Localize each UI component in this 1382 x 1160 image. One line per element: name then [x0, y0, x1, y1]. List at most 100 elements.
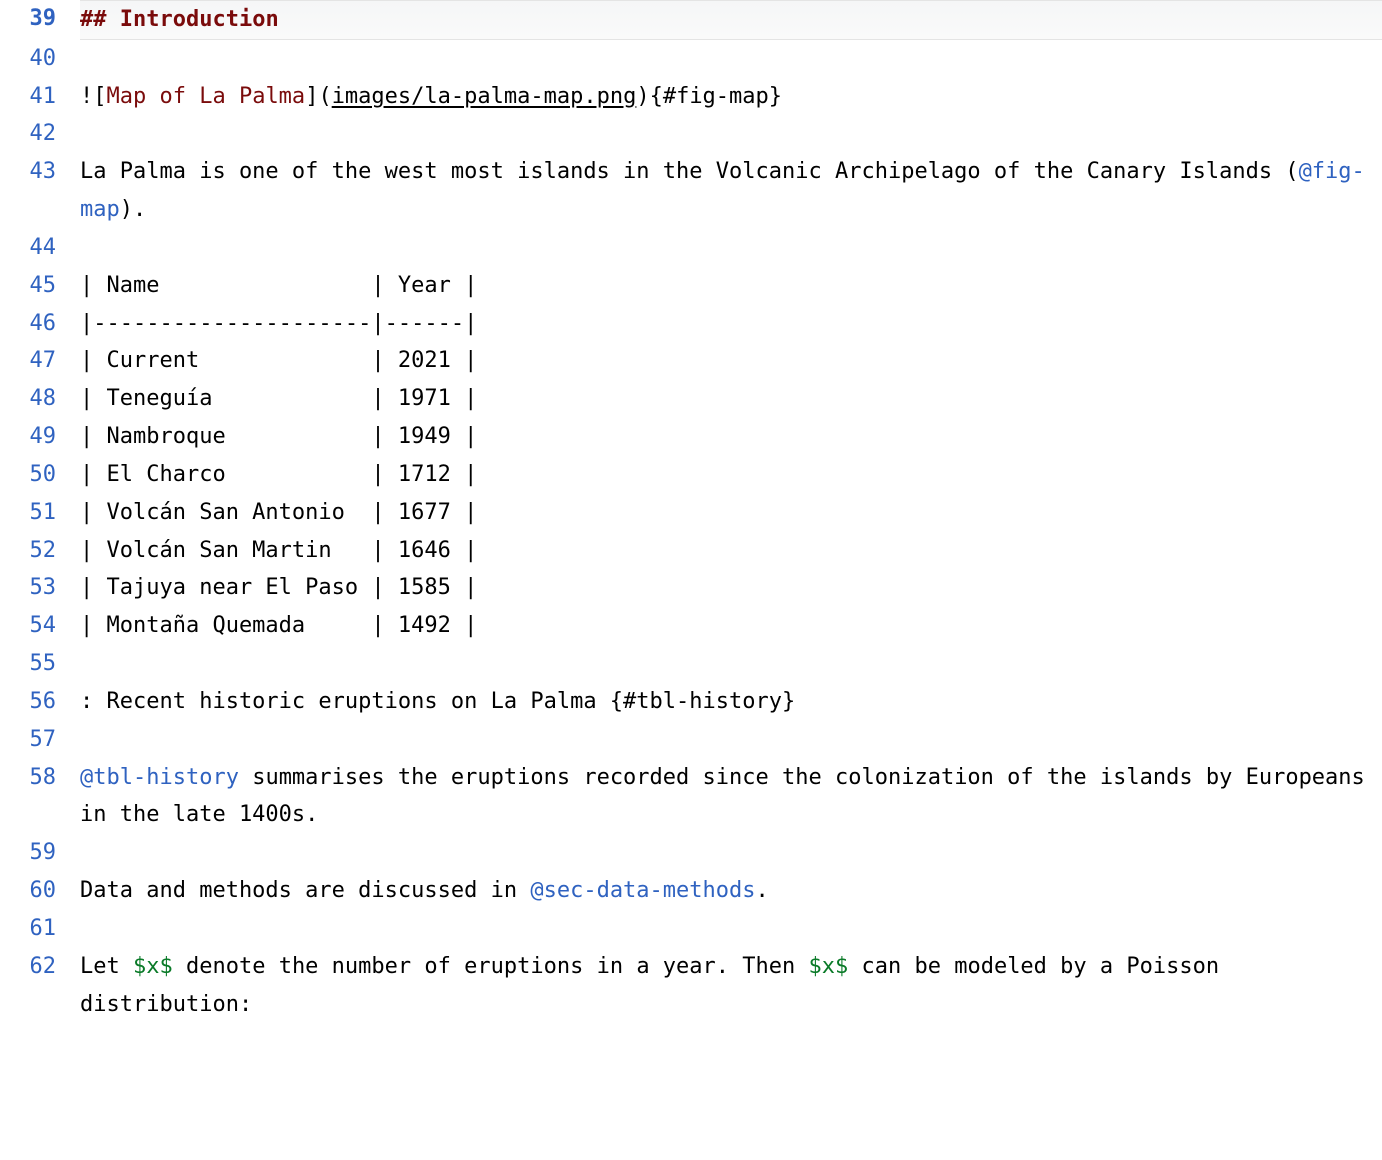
code-line[interactable]: 49| Nambroque | 1949 |	[0, 418, 1382, 456]
line-content[interactable]: Let $x$ denote the number of eruptions i…	[80, 948, 1382, 1024]
code-line[interactable]: 55	[0, 645, 1382, 683]
code-line[interactable]: 60Data and methods are discussed in @sec…	[0, 872, 1382, 910]
line-number[interactable]: 59	[0, 834, 80, 872]
code-line[interactable]: 52| Volcán San Martin | 1646 |	[0, 532, 1382, 570]
line-content[interactable]	[80, 910, 1382, 948]
token-plain: !	[80, 84, 93, 109]
code-line[interactable]: 40	[0, 40, 1382, 78]
line-number[interactable]: 39	[0, 0, 80, 38]
line-number[interactable]: 43	[0, 153, 80, 191]
line-number[interactable]: 45	[0, 267, 80, 305]
line-content[interactable]: | Volcán San Antonio | 1677 |	[80, 494, 1382, 532]
line-number[interactable]: 62	[0, 948, 80, 986]
line-content[interactable]	[80, 40, 1382, 78]
line-number[interactable]: 49	[0, 418, 80, 456]
token-plain: | El Charco | 1712 |	[80, 462, 477, 487]
token-bracket: ]	[305, 84, 318, 109]
line-content[interactable]: | Volcán San Martin | 1646 |	[80, 532, 1382, 570]
token-plain: La Palma is one of the west most islands…	[80, 159, 1299, 184]
code-line[interactable]: 48| Teneguía | 1971 |	[0, 380, 1382, 418]
code-line[interactable]: 46|---------------------|------|	[0, 305, 1382, 343]
line-number[interactable]: 61	[0, 910, 80, 948]
token-hd: Introduction	[120, 7, 279, 32]
line-content[interactable]: : Recent historic eruptions on La Palma …	[80, 683, 1382, 721]
line-content[interactable]: La Palma is one of the west most islands…	[80, 153, 1382, 229]
code-line[interactable]: 50| El Charco | 1712 |	[0, 456, 1382, 494]
code-line[interactable]: 41![Map of La Palma](images/la-palma-map…	[0, 78, 1382, 116]
code-line[interactable]: 57	[0, 721, 1382, 759]
line-content[interactable]: ![Map of La Palma](images/la-palma-map.p…	[80, 78, 1382, 116]
token-plain: | Teneguía | 1971 |	[80, 386, 477, 411]
line-content[interactable]: | Name | Year |	[80, 267, 1382, 305]
token-plain: denote the number of eruptions in a year…	[173, 954, 809, 979]
code-line[interactable]: 51| Volcán San Antonio | 1677 |	[0, 494, 1382, 532]
line-number[interactable]: 53	[0, 569, 80, 607]
code-line[interactable]: 59	[0, 834, 1382, 872]
line-content[interactable]: | Current | 2021 |	[80, 342, 1382, 380]
token-plain: ).	[120, 197, 147, 222]
token-plain: | Tajuya near El Paso | 1585 |	[80, 575, 477, 600]
code-line[interactable]: 43La Palma is one of the west most islan…	[0, 153, 1382, 229]
line-content[interactable]	[80, 115, 1382, 153]
token-plain: | Montaña Quemada | 1492 |	[80, 613, 477, 638]
line-number[interactable]: 54	[0, 607, 80, 645]
line-content[interactable]	[80, 721, 1382, 759]
token-alt: Map of La Palma	[107, 84, 306, 109]
code-line[interactable]: 56: Recent historic eruptions on La Palm…	[0, 683, 1382, 721]
line-number[interactable]: 58	[0, 759, 80, 797]
line-number[interactable]: 51	[0, 494, 80, 532]
code-line[interactable]: 45| Name | Year |	[0, 267, 1382, 305]
line-content[interactable]	[80, 645, 1382, 683]
code-line[interactable]: 39## Introduction	[0, 0, 1382, 40]
line-content[interactable]: Data and methods are discussed in @sec-d…	[80, 872, 1382, 910]
token-plain: | Volcán San Antonio | 1677 |	[80, 500, 477, 525]
code-line[interactable]: 58@tbl-history summarises the eruptions …	[0, 759, 1382, 835]
line-number[interactable]: 42	[0, 115, 80, 153]
token-math: $x$	[809, 954, 849, 979]
code-line[interactable]: 44	[0, 229, 1382, 267]
code-line[interactable]: 42	[0, 115, 1382, 153]
line-number[interactable]: 44	[0, 229, 80, 267]
line-content[interactable]: ## Introduction	[80, 0, 1382, 40]
code-line[interactable]: 62Let $x$ denote the number of eruptions…	[0, 948, 1382, 1024]
line-content[interactable]: | Teneguía | 1971 |	[80, 380, 1382, 418]
token-plain: | Volcán San Martin | 1646 |	[80, 538, 477, 563]
token-plain: summarises the eruptions recorded since …	[80, 765, 1378, 828]
line-content[interactable]: | Montaña Quemada | 1492 |	[80, 607, 1382, 645]
line-content[interactable]	[80, 229, 1382, 267]
code-line[interactable]: 54| Montaña Quemada | 1492 |	[0, 607, 1382, 645]
line-number[interactable]: 41	[0, 78, 80, 116]
line-number[interactable]: 50	[0, 456, 80, 494]
line-content[interactable]	[80, 834, 1382, 872]
code-line[interactable]: 47| Current | 2021 |	[0, 342, 1382, 380]
token-meta: {#fig-map}	[650, 84, 782, 109]
token-plain: Data and methods are discussed in	[80, 878, 530, 903]
line-number[interactable]: 56	[0, 683, 80, 721]
line-number[interactable]: 55	[0, 645, 80, 683]
line-number[interactable]: 57	[0, 721, 80, 759]
line-content[interactable]: | Nambroque | 1949 |	[80, 418, 1382, 456]
line-number[interactable]: 48	[0, 380, 80, 418]
line-content[interactable]: |---------------------|------|	[80, 305, 1382, 343]
token-plain: .	[756, 878, 769, 903]
token-hd-hash: ##	[80, 7, 120, 32]
line-content[interactable]: @tbl-history summarises the eruptions re…	[80, 759, 1382, 835]
token-plain: |---------------------|------|	[80, 311, 477, 336]
line-content[interactable]: | El Charco | 1712 |	[80, 456, 1382, 494]
line-number[interactable]: 60	[0, 872, 80, 910]
token-plain: Let	[80, 954, 133, 979]
line-number[interactable]: 47	[0, 342, 80, 380]
line-number[interactable]: 40	[0, 40, 80, 78]
line-number[interactable]: 52	[0, 532, 80, 570]
token-plain: | Name | Year |	[80, 273, 477, 298]
code-line[interactable]: 61	[0, 910, 1382, 948]
token-plain: | Current | 2021 |	[80, 348, 477, 373]
token-plain: | Nambroque | 1949 |	[80, 424, 477, 449]
line-content[interactable]: | Tajuya near El Paso | 1585 |	[80, 569, 1382, 607]
token-link: images/la-palma-map.png	[332, 84, 637, 109]
token-ref: @tbl-history	[80, 765, 239, 790]
line-number[interactable]: 46	[0, 305, 80, 343]
code-line[interactable]: 53| Tajuya near El Paso | 1585 |	[0, 569, 1382, 607]
code-editor[interactable]: 39## Introduction40 41![Map of La Palma]…	[0, 0, 1382, 1160]
token-plain: (	[318, 84, 331, 109]
